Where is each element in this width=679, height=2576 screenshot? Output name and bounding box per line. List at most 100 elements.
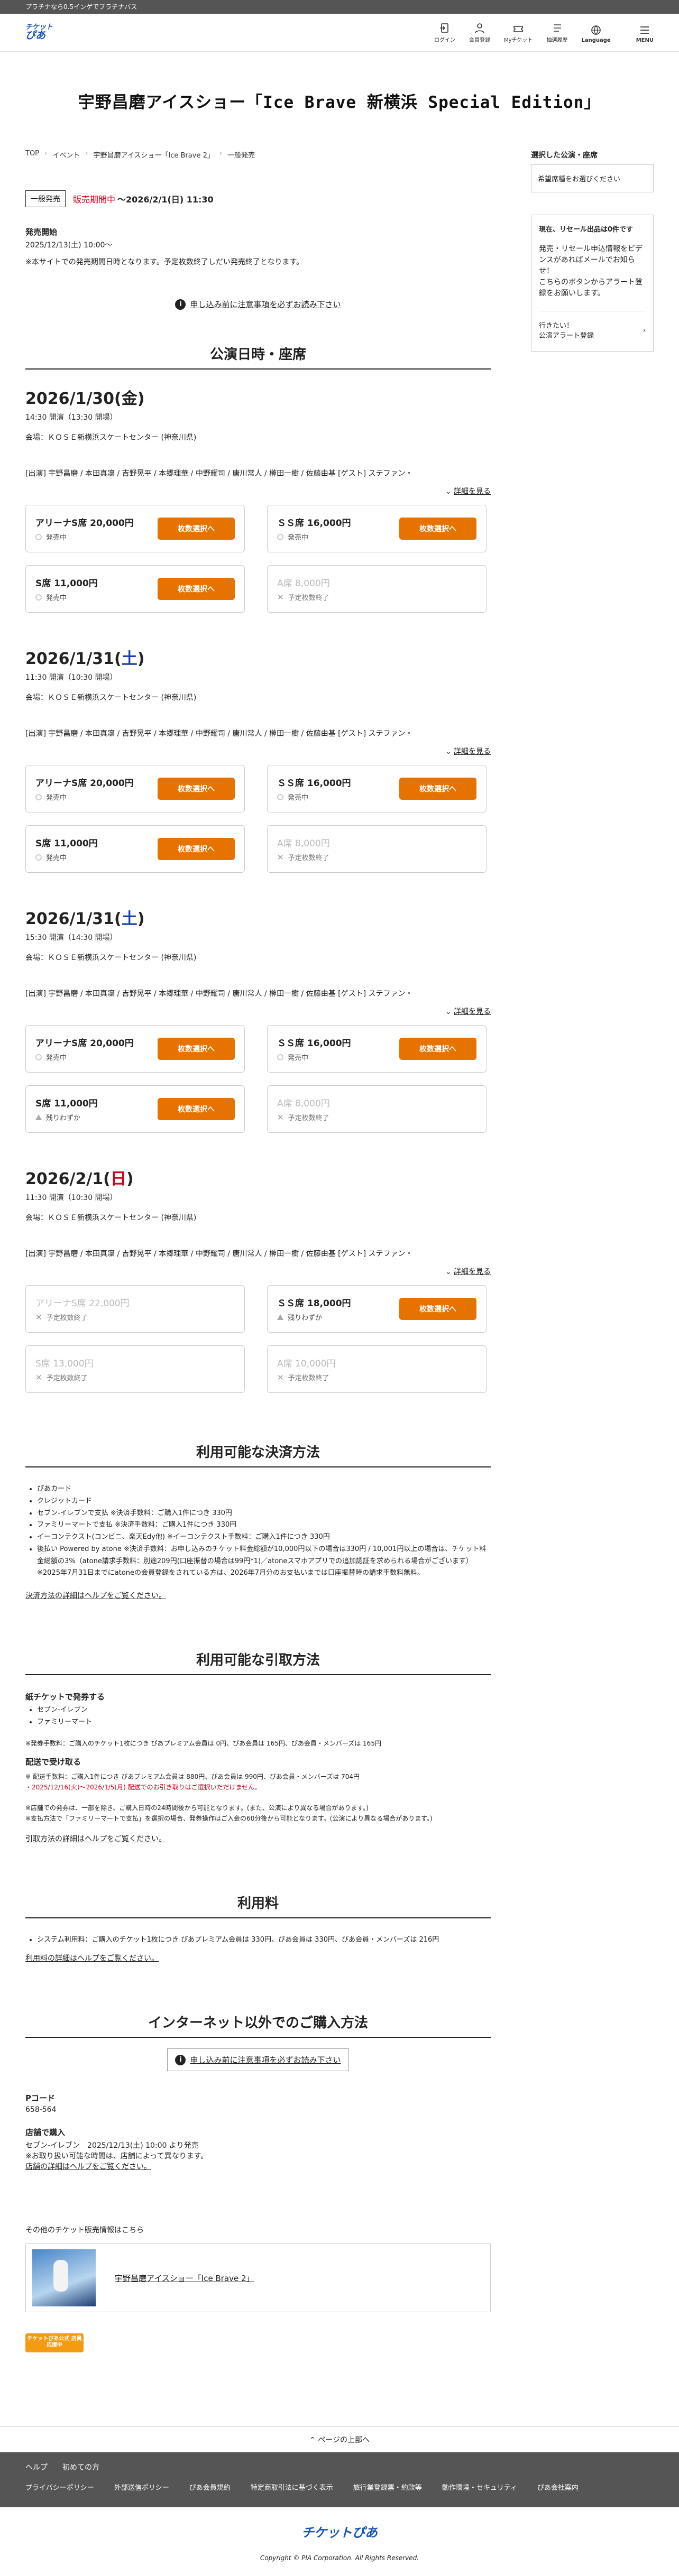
notice-link-text[interactable]: 申し込み前に注意事項を必ずお読み下さい [190,299,341,310]
header-nav-label: 会員登録 [469,37,490,43]
header-nav-item[interactable]: 抽選履歴 [547,22,568,43]
detail-link[interactable]: ⌄ 詳細を見る [25,746,491,756]
footer-secondary-link[interactable]: 特定商取引法に基づく表示 [251,2482,333,2492]
seat-card[interactable]: アリーナS席 20,000円 発売中 枚数選択へ [25,765,245,812]
other-sales-card[interactable]: 宇野昌磨アイスショー「Ice Brave 2」 [25,2243,491,2313]
footer-secondary-link[interactable]: 動作環境・セキュリティ [442,2482,517,2492]
offline-heading: インターネット以外でのご購入方法 [25,2012,491,2038]
store-heading: 店舗で購入 [25,2128,66,2138]
seat-state-label: 残りわずか [46,1114,81,1122]
copyright: Copyright © PIA Corporation. All Rights … [260,2554,419,2562]
select-quantity-button[interactable]: 枚数選択へ [399,1038,476,1060]
sale-start-heading: 発売開始 [25,227,58,237]
footer-secondary-link[interactable]: プライバシーポリシー [25,2482,94,2492]
footer-secondary-link[interactable]: 外部送信ポリシー [114,2482,169,2492]
delivery-help-link[interactable]: 引取方法の詳細はヘルプをご覧ください。 [25,1833,166,1844]
select-quantity-button[interactable]: 枚数選択へ [158,778,235,800]
seat-state-label: 発売中 [288,1054,309,1062]
select-quantity-button[interactable]: 枚数選択へ [158,518,235,540]
detail-link[interactable]: ⌄ 詳細を見る [25,1266,491,1277]
select-quantity-button[interactable]: 枚数選択へ [158,1038,235,1060]
seat-info: S席 11,000円 残りわずか [35,1096,98,1122]
header-nav-item[interactable]: Myチケット [504,22,533,43]
page-top-label[interactable]: ページの上部へ [318,2436,370,2444]
select-quantity-button[interactable]: 枚数選択へ [158,578,235,600]
detail-link[interactable]: ⌄ 詳細を見る [25,486,491,496]
alert-register-link[interactable]: 行きたい！ 公演アラート登録 › [539,310,646,341]
select-quantity-button[interactable]: 枚数選択へ [399,778,476,800]
offline-notice[interactable]: i 申し込み前に注意事項を必ずお読み下さい [25,2048,491,2072]
footer-primary-link[interactable]: 初めての方 [62,2462,99,2472]
detail-link[interactable]: ⌄ 詳細を見る [25,1006,491,1017]
seat-card[interactable]: S席 11,000円 発売中 枚数選択へ [25,825,245,873]
sold-out-x-icon: ✕ [277,852,284,862]
performance-block: 2026/1/30(金) 14:30 開演（13:30 開場） 会場：ＫＯＳＥ新横浜… [25,385,491,613]
seat-state-label: 発売中 [46,1054,67,1062]
select-quantity-button[interactable]: 枚数選択へ [158,838,235,860]
fee-help-link[interactable]: 利用料の詳細はヘルプをご覧ください。 [25,1953,159,1963]
payment-help-link[interactable]: 決済方法の詳細はヘルプをご覧ください。 [25,1590,166,1601]
available-dot-icon [277,1054,283,1060]
seat-state-label: 発売中 [46,794,67,802]
footer-secondary-link[interactable]: ぴあ会員規約 [189,2482,231,2492]
performance-date-value: 2026/1/31 [25,910,115,928]
seat-card[interactable]: S席 11,000円 残りわずか 枚数選択へ [25,1085,245,1133]
seat-card[interactable]: ＳＳ席 16,000円 発売中 枚数選択へ [267,505,487,552]
ship-warning: ・2025/12/16(火)〜2026/1/5(月) 配送でのお引き取りはご選択… [25,1784,261,1792]
seat-card[interactable]: アリーナS席 20,000円 発売中 枚数選択へ [25,505,245,552]
footer-primary-link[interactable]: ヘルプ [25,2462,48,2472]
sold-out-x-icon: ✕ [277,592,284,602]
site-footer: ヘルプ 初めての方 プライバシーポリシー 外部送信ポリシー ぴあ会員規約 特定商取引法に… [0,2452,679,2508]
header-nav-item[interactable]: ログイン [434,22,455,43]
seat-card[interactable]: アリーナS席 20,000円 発売中 枚数選択へ [25,1025,245,1073]
detail-link-text[interactable]: 詳細を見る [454,487,491,496]
seat-state: ✕ 予定枚数終了 [277,1372,336,1383]
seat-state: 発売中 [35,1052,134,1062]
globe-icon [591,25,601,35]
sold-out-x-icon: ✕ [35,1372,42,1382]
footer-logo[interactable]: チケットぴあ [301,2522,378,2541]
seat-card[interactable]: ＳＳ席 16,000円 発売中 枚数選択へ [267,765,487,812]
seat-name: A席 8,000円 [277,1098,330,1109]
seat-card[interactable]: ＳＳ席 18,000円 残りわずか 枚数選択へ [267,1285,487,1333]
offline-notice-box[interactable]: i 申し込み前に注意事項を必ずお読み下さい [167,2048,349,2072]
available-dot-icon [35,793,42,800]
store-note-1: ※店舗での発券は、一部を除き、ご購入日時の24時間後から可能となります。(また、… [25,1804,369,1812]
available-dot-icon [35,594,42,601]
select-quantity-button[interactable]: 枚数選択へ [399,518,476,540]
seat-state-label: 予定枚数終了 [46,1374,88,1382]
footer-secondary-link[interactable]: 旅行業登録票・約款等 [353,2482,422,2492]
site-logo[interactable]: チケット ぴあ [25,22,54,44]
fee-list: システム利用料：ご購入のチケット1枚につき ぴあプレミアム会員は 330円、ぴあ… [25,1934,491,1946]
seat-state: 発売中 [277,1052,351,1062]
badge-row: チケットぴあ公式 店員応援中 [25,2333,491,2353]
top-promo-bar[interactable]: プラチナなら0.5インゲでプラチナパス [0,0,679,14]
page-top-link[interactable]: ⌃ ページの上部へ [0,2426,679,2452]
seat-card[interactable]: S席 11,000円 発売中 枚数選択へ [25,565,245,613]
seat-info: ＳＳ席 16,000円 発売中 [277,1036,351,1062]
performance-cast: [出演] 宇野昌磨 / 本田真凜 / 吉野晃平 / 本郷理華 / 中野耀司 / … [25,1250,413,1258]
select-quantity-button[interactable]: 枚数選択へ [158,1098,235,1120]
breadcrumb-item[interactable]: TOP [25,150,39,160]
notice-link[interactable]: i 申し込み前に注意事項を必ずお読み下さい [25,299,491,310]
detail-link-text[interactable]: 詳細を見る [454,1008,491,1016]
header-nav-item[interactable]: 会員登録 [469,22,490,43]
seat-card: A席 10,000円 ✕ 予定枚数終了 [267,1345,487,1393]
other-sales-title[interactable]: 宇野昌磨アイスショー「Ice Brave 2」 [115,2273,254,2284]
performance-date-value: 2026/1/30 [25,390,115,408]
breadcrumb-item[interactable]: イベント [52,150,80,160]
detail-link-text[interactable]: 詳細を見る [454,747,491,756]
footer-secondary-link[interactable]: ぴあ会社案内 [537,2482,579,2492]
offline-notice-text[interactable]: 申し込み前に注意事項を必ずお読み下さい [190,2054,341,2065]
header-nav-item[interactable]: Language [582,24,611,43]
store-help-link[interactable]: 店舗の詳細はヘルプをご覧ください。 [25,2161,151,2172]
seat-state-label: 発売中 [288,534,309,542]
select-quantity-button[interactable]: 枚数選択へ [399,1298,476,1320]
performances-heading: 公演日時・座席 [25,344,491,370]
detail-link-text[interactable]: 詳細を見る [454,1268,491,1276]
breadcrumb-item[interactable]: 宇野昌磨アイスショー「Ice Brave 2」 [93,150,214,160]
performance-cast: [出演] 宇野昌磨 / 本田真凜 / 吉野晃平 / 本郷理華 / 中野耀司 / … [25,469,413,478]
menu-button[interactable]: MENU [636,24,654,43]
seat-card[interactable]: ＳＳ席 16,000円 発売中 枚数選択へ [267,1025,487,1073]
seat-state: 発売中 [35,852,98,862]
